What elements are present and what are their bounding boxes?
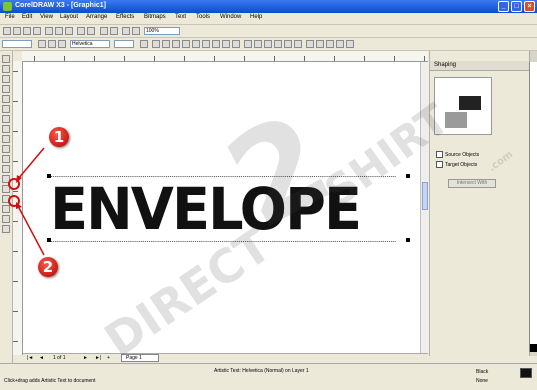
callout-arrows [16, 147, 45, 256]
arrow-2 [17, 205, 45, 256]
arrow-1 [17, 147, 45, 180]
coreldraw-window: CorelDRAW X3 - [Graphic1] _ □ × File Edi… [0, 0, 537, 390]
arrow-2-head [16, 202, 22, 209]
callout-badge-2: 2 [38, 257, 58, 277]
callout-badge-1: 1 [49, 127, 69, 147]
